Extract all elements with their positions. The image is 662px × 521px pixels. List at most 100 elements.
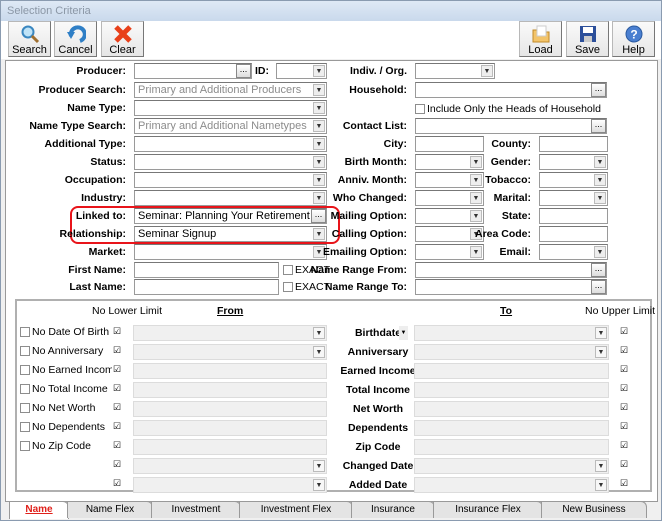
dropdown-arrow-icon[interactable]: ▼ (595, 346, 607, 358)
changed-date-to-field[interactable]: ▼ (414, 458, 609, 474)
no-net-worth-checkbox[interactable] (20, 403, 30, 413)
dropdown-arrow-icon[interactable]: ▼ (470, 156, 482, 168)
dropdown-arrow-icon[interactable]: ▼ (595, 460, 607, 472)
no-zip-code-checkbox[interactable] (20, 441, 30, 451)
tab-insurance[interactable]: Insurance (351, 501, 435, 518)
added-date-from-field[interactable]: ▼ (133, 477, 327, 493)
dropdown-arrow-icon[interactable]: ▼ (313, 120, 325, 132)
earned-income-from-field[interactable] (133, 363, 327, 379)
dropdown-arrow-icon[interactable]: ▼ (594, 192, 606, 204)
net-worth-no-upper-limit-checkbox[interactable]: ☑ (619, 403, 629, 413)
dropdown-arrow-icon[interactable]: ▼ (313, 192, 325, 204)
zip-code-no-lower-limit-checkbox[interactable]: ☑ (112, 441, 122, 451)
tobacco-select[interactable]: ▼ (539, 172, 608, 188)
no-dependents-checkbox[interactable] (20, 422, 30, 432)
last-name-field[interactable] (134, 279, 279, 295)
county-field[interactable] (539, 136, 608, 152)
search-button[interactable]: Search (8, 21, 51, 57)
no-anniversary-checkbox[interactable] (20, 346, 30, 356)
total-income-no-upper-limit-checkbox[interactable]: ☑ (619, 384, 629, 394)
added-date-no-lower-limit-checkbox[interactable]: ☑ (112, 479, 122, 489)
tab-investment[interactable]: Investment (151, 501, 241, 518)
browse-button[interactable]: ... (311, 209, 326, 223)
browse-button[interactable]: ... (591, 119, 606, 133)
changed-date-no-lower-limit-checkbox[interactable]: ☑ (112, 460, 122, 470)
zip-code-to-field[interactable] (414, 439, 609, 455)
earned-income-to-field[interactable] (414, 363, 609, 379)
birthdate-no-lower-limit-checkbox[interactable]: ☑ (112, 327, 122, 337)
producer-search-select[interactable]: Primary and Additional Producers ▼ (134, 82, 327, 98)
dropdown-arrow-icon[interactable]: ▼ (594, 246, 606, 258)
email-select[interactable]: ▼ (539, 244, 608, 260)
name-type-search-select[interactable]: Primary and Additional Nametypes ▼ (134, 118, 327, 134)
dropdown-arrow-icon[interactable]: ▼ (470, 174, 482, 186)
zip-code-from-field[interactable] (133, 439, 327, 455)
browse-button[interactable]: ... (591, 263, 606, 277)
state-field[interactable] (539, 208, 608, 224)
browse-button[interactable]: ... (591, 280, 606, 294)
dropdown-arrow-icon[interactable]: ▼ (595, 327, 607, 339)
additional-type-select[interactable]: ▼ (134, 136, 327, 152)
first-name-field[interactable] (134, 262, 279, 278)
dropdown-arrow-icon[interactable]: ▼ (313, 102, 325, 114)
dropdown-arrow-icon[interactable]: ▼ (313, 156, 325, 168)
birthdate-to-field[interactable]: ▼ (414, 325, 609, 341)
gender-select[interactable]: ▼ (539, 154, 608, 170)
occupation-select[interactable]: ▼ (134, 172, 327, 188)
dropdown-arrow-icon[interactable]: ▼ (595, 479, 607, 491)
household-field[interactable]: ... (415, 82, 607, 98)
birthdate-no-upper-limit-checkbox[interactable]: ☑ (619, 327, 629, 337)
dropdown-arrow-icon[interactable]: ▼ (313, 174, 325, 186)
anniversary-to-field[interactable]: ▼ (414, 344, 609, 360)
tab-new-business[interactable]: New Business (541, 501, 647, 518)
first-name-exact-checkbox[interactable] (283, 265, 293, 275)
mailing-option-select[interactable]: ▼ (415, 208, 484, 224)
tab-name-flex[interactable]: Name Flex (67, 501, 153, 518)
browse-button[interactable]: ... (591, 83, 606, 97)
marital-select[interactable]: ▼ (539, 190, 608, 206)
birthdate-type-dropdown[interactable]: ▼ (399, 326, 408, 340)
dropdown-arrow-icon[interactable]: ▼ (313, 138, 325, 150)
zip-code-no-upper-limit-checkbox[interactable]: ☑ (619, 441, 629, 451)
no-birthdate-checkbox[interactable] (20, 327, 30, 337)
last-name-exact-checkbox[interactable] (283, 282, 293, 292)
browse-button[interactable]: ... (236, 64, 251, 78)
dependents-no-upper-limit-checkbox[interactable]: ☑ (619, 422, 629, 432)
birthdate-from-field[interactable]: ▼ (133, 325, 327, 341)
total-income-to-field[interactable] (414, 382, 609, 398)
calling-option-select[interactable]: ▼ (415, 226, 484, 242)
status-select[interactable]: ▼ (134, 154, 327, 170)
cancel-button[interactable]: Cancel (54, 21, 97, 57)
dropdown-arrow-icon[interactable]: ▼ (470, 246, 482, 258)
net-worth-from-field[interactable] (133, 401, 327, 417)
dropdown-arrow-icon[interactable]: ▼ (470, 210, 482, 222)
dependents-no-lower-limit-checkbox[interactable]: ☑ (112, 422, 122, 432)
no-earned-income-checkbox[interactable] (20, 365, 30, 375)
net-worth-to-field[interactable] (414, 401, 609, 417)
dependents-from-field[interactable] (133, 420, 327, 436)
tab-investment-flex[interactable]: Investment Flex (239, 501, 353, 518)
area-code-field[interactable] (539, 226, 608, 242)
name-range-to-field[interactable]: ... (415, 279, 607, 295)
earned-income-no-upper-limit-checkbox[interactable]: ☑ (619, 365, 629, 375)
load-button[interactable]: Load (519, 21, 562, 57)
anniversary-no-lower-limit-checkbox[interactable]: ☑ (112, 346, 122, 356)
earned-income-no-lower-limit-checkbox[interactable]: ☑ (112, 365, 122, 375)
net-worth-no-lower-limit-checkbox[interactable]: ☑ (112, 403, 122, 413)
market-select[interactable]: ▼ (134, 244, 327, 260)
name-range-from-field[interactable]: ... (415, 262, 607, 278)
dropdown-arrow-icon[interactable]: ▼ (594, 174, 606, 186)
dropdown-arrow-icon[interactable]: ▼ (470, 192, 482, 204)
dropdown-arrow-icon[interactable]: ▼ (313, 84, 325, 96)
relationship-select[interactable]: Seminar Signup ▼ (134, 226, 327, 242)
clear-button[interactable]: Clear (101, 21, 144, 57)
dropdown-arrow-icon[interactable]: ▼ (594, 156, 606, 168)
dropdown-arrow-icon[interactable]: ▼ (481, 65, 493, 77)
emailing-option-select[interactable]: ▼ (415, 244, 484, 260)
id-select[interactable]: ▼ (276, 63, 327, 79)
city-field[interactable] (415, 136, 484, 152)
total-income-from-field[interactable] (133, 382, 327, 398)
anniversary-from-field[interactable]: ▼ (133, 344, 327, 360)
added-date-to-field[interactable]: ▼ (414, 477, 609, 493)
dropdown-arrow-icon[interactable]: ▼ (313, 228, 325, 240)
